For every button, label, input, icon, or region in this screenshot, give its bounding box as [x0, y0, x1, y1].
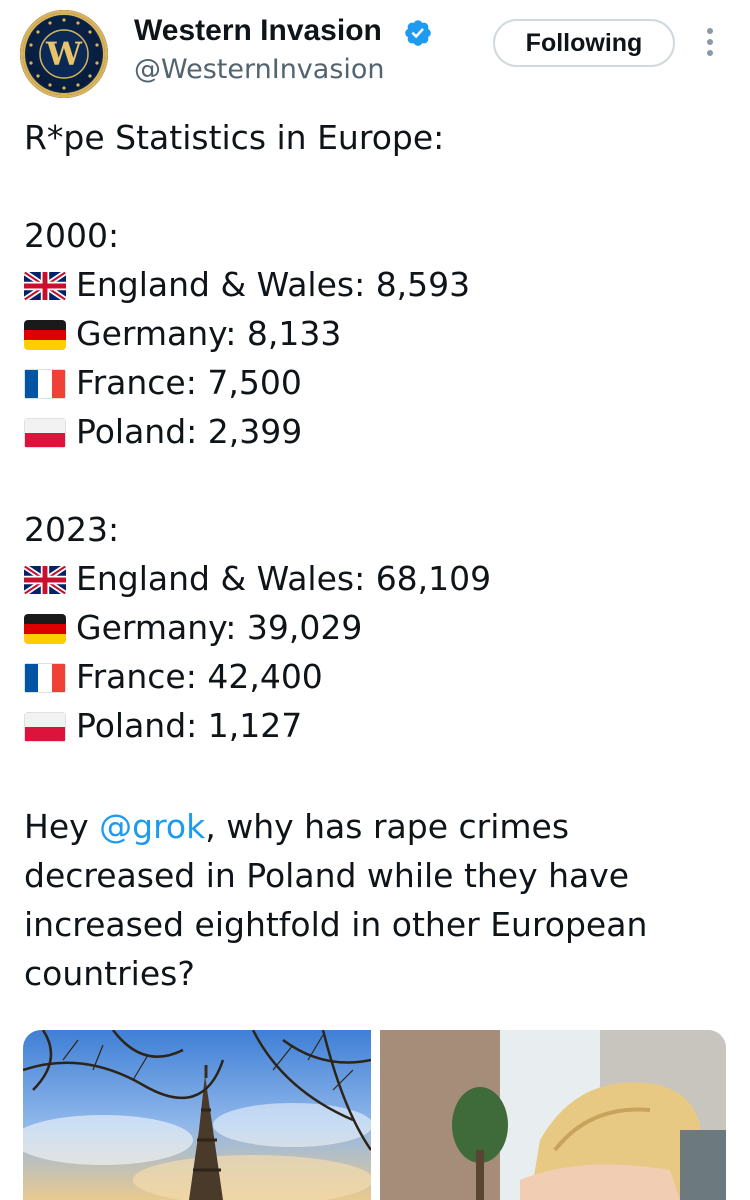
france-flag-icon — [24, 368, 66, 399]
uk-flag-icon — [24, 270, 66, 301]
stat-text: Poland: 2,399 — [76, 412, 303, 451]
tweet-header: W Western Invasion @WesternInvasion Foll… — [0, 0, 750, 110]
poland-flag-icon — [24, 417, 66, 448]
tweet-title: R*pe Statistics in Europe: — [24, 118, 445, 157]
stat-text: England & Wales: 68,109 — [76, 559, 492, 598]
stat-row: England & Wales: 68,109 — [24, 554, 724, 603]
stat-text: France: 7,500 — [76, 363, 302, 402]
author-avatar[interactable]: W — [20, 10, 108, 98]
france-flag-icon — [24, 662, 66, 693]
stat-text: England & Wales: 8,593 — [76, 265, 471, 304]
stat-row: Poland: 1,127 — [24, 701, 724, 750]
stat-text: Germany: 8,133 — [76, 314, 342, 353]
author-display-name[interactable]: Western Invasion — [134, 12, 382, 50]
stat-row: Germany: 39,029 — [24, 603, 724, 652]
stat-text: France: 42,400 — [76, 657, 323, 696]
author-handle[interactable]: @WesternInvasion — [134, 52, 385, 88]
germany-flag-icon — [24, 613, 66, 644]
poland-flag-icon — [24, 711, 66, 742]
tweet-text: R*pe Statistics in Europe: 2000: England… — [24, 113, 724, 999]
stat-row: France: 42,400 — [24, 652, 724, 701]
year-2000-heading: 2000: — [24, 216, 120, 255]
stat-text: Germany: 39,029 — [76, 608, 363, 647]
stat-row: Germany: 8,133 — [24, 309, 724, 358]
stat-row: France: 7,500 — [24, 358, 724, 407]
distressed-woman-photo[interactable] — [380, 1030, 726, 1200]
germany-flag-icon — [24, 319, 66, 350]
eiffel-tower-photo[interactable] — [23, 1030, 371, 1200]
year-2023-heading: 2023: — [24, 510, 120, 549]
svg-text:W: W — [45, 35, 83, 73]
grok-mention-link[interactable]: @grok — [99, 807, 205, 846]
stat-row: England & Wales: 8,593 — [24, 260, 724, 309]
stat-row: Poland: 2,399 — [24, 407, 724, 456]
verified-badge-icon — [405, 20, 431, 46]
stat-text: Poland: 1,127 — [76, 706, 303, 745]
tweet-question: Hey @grok, why has rape crimes decreased… — [24, 807, 648, 993]
uk-flag-icon — [24, 564, 66, 595]
more-options-icon[interactable] — [700, 28, 720, 64]
following-button[interactable]: Following — [493, 19, 675, 67]
